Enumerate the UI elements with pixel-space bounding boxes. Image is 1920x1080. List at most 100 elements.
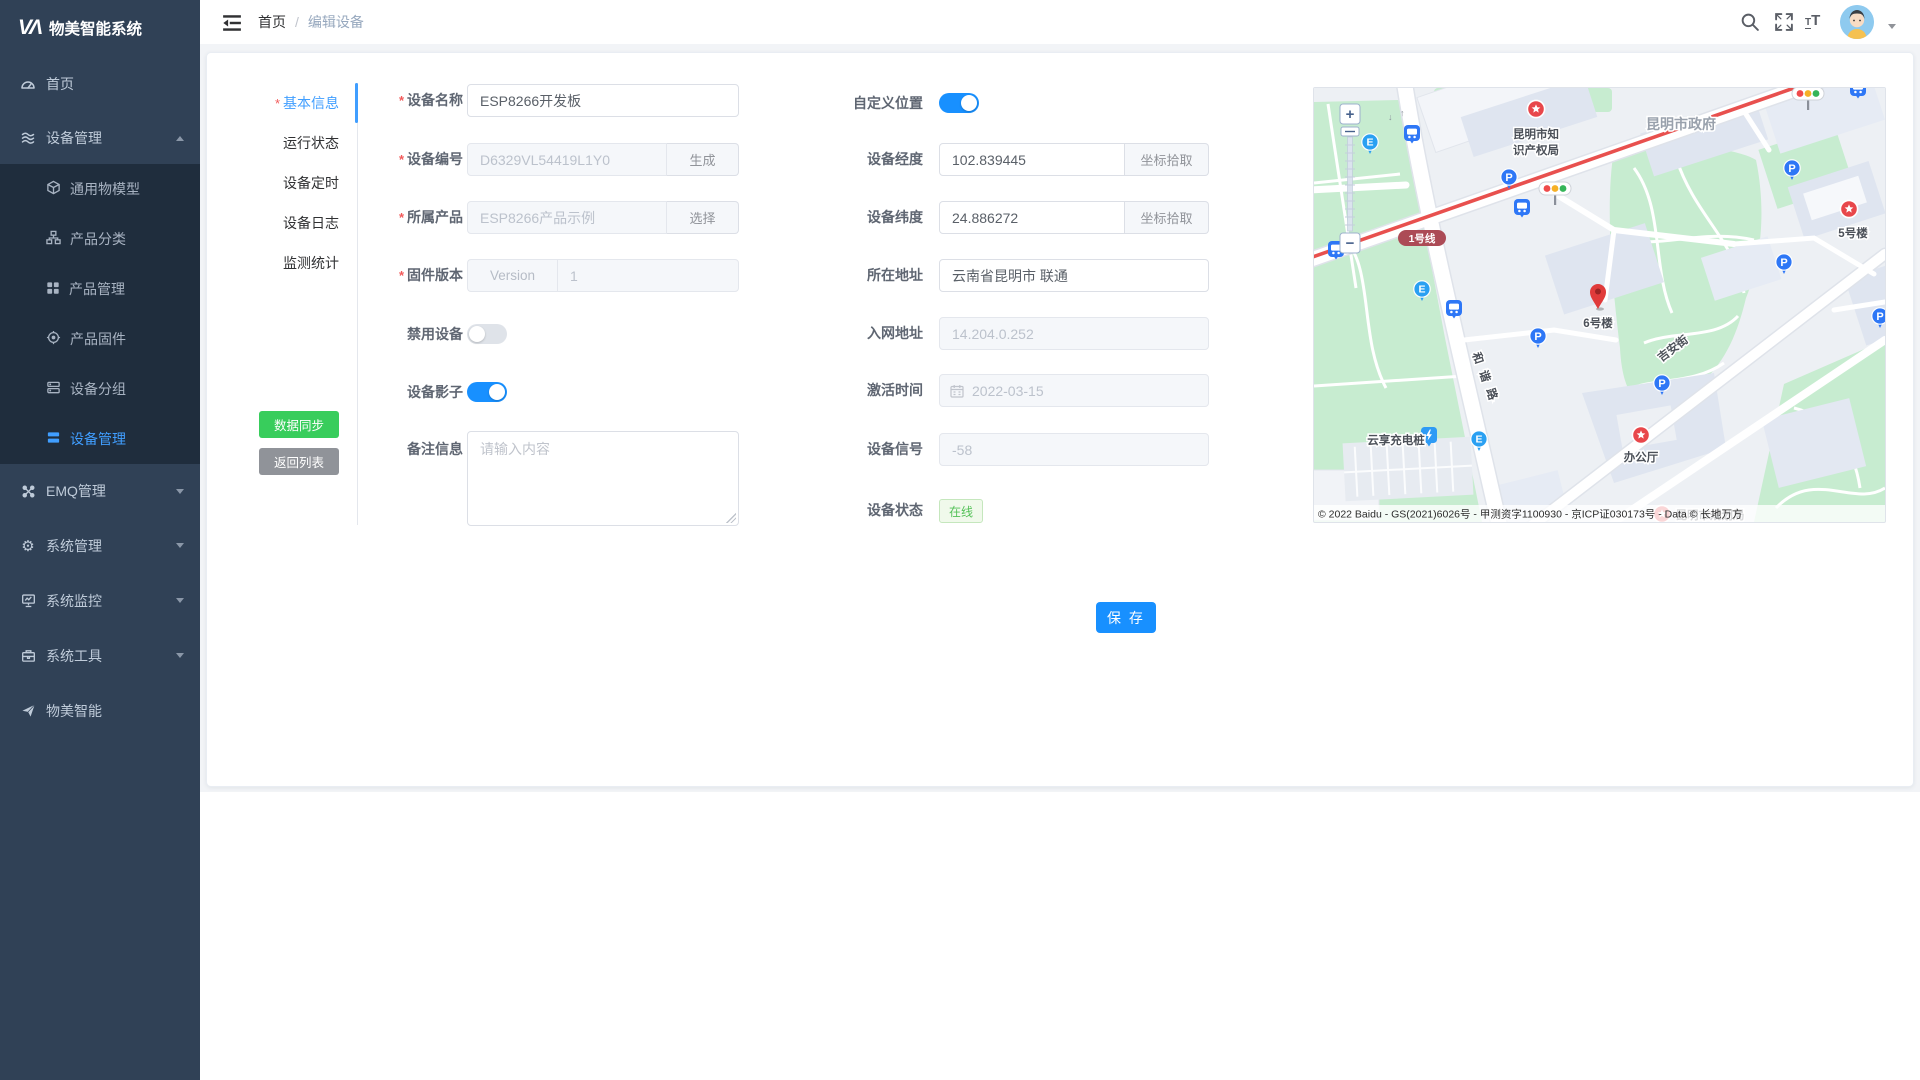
- status-label: 设备状态: [763, 494, 923, 527]
- device-no-input[interactable]: [467, 143, 667, 176]
- active-time-input[interactable]: [939, 374, 1209, 407]
- longitude-label: 设备经度: [763, 143, 923, 176]
- product-input[interactable]: [467, 201, 667, 234]
- user-avatar[interactable]: [1840, 5, 1874, 39]
- select-product-button[interactable]: 选择: [667, 201, 739, 234]
- metro-line-badge: 1号线: [1398, 230, 1446, 246]
- firmware-label: *固件版本: [303, 259, 463, 292]
- sidebar-item-product-category[interactable]: 产品分类: [0, 214, 200, 264]
- fullscreen-icon[interactable]: [1774, 12, 1794, 32]
- chevron-up-icon: [176, 136, 184, 141]
- chevron-down-icon: [176, 653, 184, 658]
- poi-star-icon: [1840, 200, 1857, 217]
- cube-icon: [46, 180, 61, 198]
- remark-textarea[interactable]: [467, 431, 739, 526]
- svg-text:昆明市政府: 昆明市政府: [1646, 116, 1716, 132]
- font-size-icon[interactable]: TT: [1805, 11, 1831, 31]
- svg-text:办公厅: 办公厅: [1624, 450, 1659, 464]
- map-copyright: © 2022 Baidu - GS(2021)6026号 - 甲测资字11009…: [1314, 505, 1885, 522]
- svg-text:5号楼: 5号楼: [1838, 226, 1868, 240]
- chevron-down-icon: [176, 489, 184, 494]
- device-shadow-label: 设备影子: [303, 376, 463, 409]
- poi-star-icon: [1527, 100, 1544, 117]
- device-name-label: *设备名称: [303, 84, 463, 117]
- longitude-input[interactable]: [939, 143, 1125, 176]
- send-icon: [20, 703, 36, 719]
- nodes-icon: [20, 483, 36, 499]
- dashboard-icon: [20, 76, 36, 92]
- sidebar-item-product-firmware[interactable]: 产品固件: [0, 314, 200, 364]
- signal-label: 设备信号: [763, 433, 923, 466]
- calendar-icon: [950, 384, 964, 398]
- toolbox-icon: [20, 648, 36, 664]
- textarea-resize-handle[interactable]: [726, 513, 736, 523]
- signal-input[interactable]: [939, 433, 1209, 466]
- poi-star-icon: [1632, 426, 1649, 443]
- sidebar-submenu-device: 通用物模型 产品分类 产品管理 产品固件: [0, 164, 200, 464]
- svg-text:6号楼: 6号楼: [1583, 316, 1613, 330]
- sidebar-item-thing-model[interactable]: 通用物模型: [0, 164, 200, 214]
- custom-location-label: 自定义位置: [763, 87, 923, 120]
- device-name-input[interactable]: [467, 84, 739, 117]
- chevron-down-icon: [176, 598, 184, 603]
- firmware-input[interactable]: [557, 259, 739, 292]
- svg-text:昆明市知: 昆明市知: [1513, 127, 1559, 141]
- sidebar-item-device-group[interactable]: 设备分组: [0, 364, 200, 414]
- sitemap-icon: [46, 230, 61, 248]
- sidebar-item-wumei[interactable]: 物美智能: [0, 683, 200, 738]
- server-list-icon: [46, 430, 61, 448]
- logo-icon: VΛ: [18, 16, 40, 40]
- sidebar-item-system-mgmt[interactable]: ⚙ 系统管理: [0, 518, 200, 573]
- app-logo: VΛ 物美智能系统: [0, 0, 200, 56]
- grid-icon: [46, 281, 60, 298]
- svg-text:+[interactable]: +: [1346, 106, 1355, 123]
- generate-button[interactable]: 生成: [667, 143, 739, 176]
- status-badge: 在线: [939, 499, 983, 523]
- pick-coordinate-button-lat[interactable]: 坐标拾取: [1125, 201, 1209, 234]
- remark-label: 备注信息: [303, 433, 463, 466]
- stack-icon: [20, 130, 36, 146]
- lane-arrow-up: ↑: [1400, 108, 1405, 118]
- svg-text:云享充电桩: 云享充电桩: [1367, 433, 1425, 447]
- latitude-input[interactable]: [939, 201, 1125, 234]
- device-shadow-switch[interactable]: [467, 382, 507, 402]
- firmware-prepend: Version: [467, 259, 557, 292]
- svg-text:−[interactable]: −: [1346, 235, 1355, 252]
- latitude-label: 设备纬度: [763, 201, 923, 234]
- chevron-down-icon: [176, 543, 184, 548]
- sidebar-item-system-monitor[interactable]: 系统监控: [0, 573, 200, 628]
- baidu-map[interactable]: P E: [1313, 87, 1886, 523]
- sidebar-fold-icon[interactable]: [222, 13, 242, 33]
- avatar-caret-icon[interactable]: [1888, 24, 1896, 29]
- search-icon[interactable]: [1740, 12, 1760, 32]
- disable-device-label: 禁用设备: [303, 318, 463, 351]
- active-time-label: 激活时间: [763, 374, 923, 407]
- address-label: 所在地址: [763, 259, 923, 292]
- top-navbar: 首页/编辑设备 TT: [200, 0, 1920, 45]
- monitor-icon: [20, 593, 36, 609]
- gear-icon: ⚙: [20, 538, 36, 554]
- sidebar-item-device-mgmt[interactable]: 设备管理: [0, 112, 200, 164]
- edit-device-card: *基本信息 运行状态 设备定时 设备日志 监测统计 数据同步 返回列表 *设备名…: [206, 52, 1914, 787]
- sidebar-item-product-mgmt[interactable]: 产品管理: [0, 264, 200, 314]
- address-input[interactable]: [939, 259, 1209, 292]
- breadcrumb-separator: /: [295, 14, 299, 30]
- disable-device-switch[interactable]: [467, 324, 507, 344]
- sidebar-item-home[interactable]: 首页: [0, 56, 200, 112]
- svg-text:1号线: 1号线: [1409, 232, 1436, 245]
- layers-icon: [46, 380, 61, 398]
- app-title: 物美智能系统: [49, 17, 142, 39]
- svg-text:© 2022 Baidu - GS(2021)6026号 -: © 2022 Baidu - GS(2021)6026号 - 甲测资字11009…: [1318, 508, 1742, 521]
- breadcrumb-home[interactable]: 首页: [258, 14, 286, 30]
- lane-arrow-down: ↓: [1388, 112, 1393, 122]
- save-button[interactable]: 保 存: [1096, 602, 1156, 633]
- svg-text:识产权局: 识产权局: [1513, 143, 1559, 157]
- product-label: *所属产品: [303, 201, 463, 234]
- sidebar-item-device-mgmt-sub[interactable]: 设备管理: [0, 414, 200, 464]
- ip-input[interactable]: [939, 317, 1209, 350]
- sidebar-item-system-tools[interactable]: 系统工具: [0, 628, 200, 683]
- ip-label: 入网地址: [763, 317, 923, 350]
- pick-coordinate-button-lng[interactable]: 坐标拾取: [1125, 143, 1209, 176]
- sidebar-item-emq[interactable]: EMQ管理: [0, 464, 200, 518]
- custom-location-switch[interactable]: [939, 93, 979, 113]
